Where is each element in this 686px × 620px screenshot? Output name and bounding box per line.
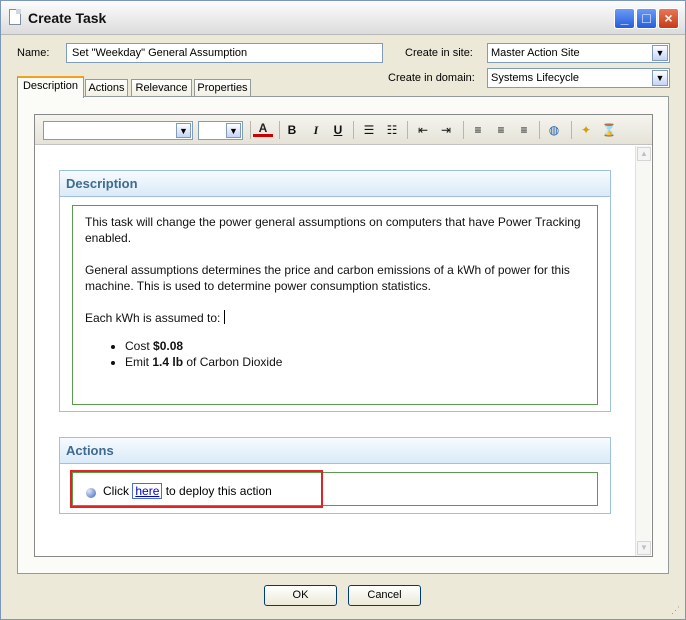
chevron-down-icon[interactable]: ▼ bbox=[176, 123, 191, 138]
toolbar-separator bbox=[279, 121, 280, 139]
toolbar-separator bbox=[463, 121, 464, 139]
tab-properties[interactable]: Properties bbox=[194, 79, 251, 97]
ok-button[interactable]: OK bbox=[264, 585, 337, 606]
cancel-button[interactable]: Cancel bbox=[348, 585, 421, 606]
description-panel: Description This task will change the po… bbox=[59, 170, 611, 412]
minimize-button[interactable]: _ bbox=[614, 8, 635, 29]
scroll-up-icon[interactable]: ▲ bbox=[637, 147, 651, 161]
toolbar-separator bbox=[571, 121, 572, 139]
domain-label: Create in domain: bbox=[388, 72, 475, 84]
list-item-suffix: of Carbon Dioxide bbox=[186, 355, 283, 369]
chevron-down-icon[interactable]: ▼ bbox=[652, 45, 668, 61]
align-center-icon[interactable]: ≡ bbox=[491, 121, 511, 139]
editor-toolbar: ▼ ▼ A B I U ☰ ☷ ⇤ ⇥ ≡ ≡ ≡ ◍ ✦ ⌛ bbox=[35, 115, 652, 145]
domain-select-value: Systems Lifecycle bbox=[491, 72, 580, 84]
site-label: Create in site: bbox=[405, 47, 473, 59]
maximize-button[interactable]: □ bbox=[636, 8, 657, 29]
indent-icon[interactable]: ⇥ bbox=[436, 121, 456, 139]
list-item-prefix: Emit bbox=[125, 355, 149, 369]
description-heading: Description bbox=[60, 171, 610, 197]
font-color-icon[interactable]: A bbox=[253, 121, 273, 137]
insert-link-icon[interactable]: ◍ bbox=[544, 121, 564, 139]
close-button[interactable]: × bbox=[658, 8, 679, 29]
toolbar-separator bbox=[407, 121, 408, 139]
toolbar-separator bbox=[353, 121, 354, 139]
name-field[interactable] bbox=[66, 43, 383, 63]
highlight-box bbox=[70, 470, 323, 508]
scroll-down-icon[interactable]: ▼ bbox=[637, 541, 651, 555]
italic-icon[interactable]: I bbox=[306, 121, 326, 139]
list-item-prefix: Cost bbox=[125, 339, 150, 353]
bold-icon[interactable]: B bbox=[282, 121, 302, 139]
chevron-down-icon[interactable]: ▼ bbox=[652, 70, 668, 86]
numbered-list-icon[interactable]: ☰ bbox=[359, 121, 379, 139]
hourglass-icon[interactable]: ⌛ bbox=[599, 121, 619, 139]
text-cursor bbox=[224, 310, 226, 324]
wand-icon[interactable]: ✦ bbox=[576, 121, 596, 139]
document-icon bbox=[9, 9, 21, 25]
list-item: Cost $0.08 bbox=[125, 338, 585, 354]
description-body[interactable]: This task will change the power general … bbox=[72, 205, 598, 405]
resize-grip-icon[interactable]: ⋰ bbox=[671, 605, 681, 615]
tab-description[interactable]: Description bbox=[17, 76, 84, 98]
bullet-list-icon[interactable]: ☷ bbox=[382, 121, 402, 139]
description-paragraph: General assumptions determines the price… bbox=[85, 263, 570, 293]
toolbar-separator bbox=[539, 121, 540, 139]
description-paragraph: This task will change the power general … bbox=[85, 215, 581, 245]
tab-relevance[interactable]: Relevance bbox=[131, 79, 192, 97]
list-item: Emit 1.4 lb of Carbon Dioxide bbox=[125, 354, 585, 370]
site-select-value: Master Action Site bbox=[491, 47, 580, 59]
domain-select[interactable]: Systems Lifecycle ▼ bbox=[487, 68, 670, 88]
outdent-icon[interactable]: ⇤ bbox=[413, 121, 433, 139]
assumption-list: Cost $0.08 Emit 1.4 lb of Carbon Dioxide bbox=[125, 338, 585, 370]
align-right-icon[interactable]: ≡ bbox=[514, 121, 534, 139]
font-size-select[interactable]: ▼ bbox=[198, 121, 243, 140]
underline-icon[interactable]: U bbox=[328, 121, 348, 139]
chevron-down-icon[interactable]: ▼ bbox=[226, 123, 241, 138]
list-item-value: 1.4 lb bbox=[152, 355, 184, 369]
description-paragraph: Each kWh is assumed to: bbox=[85, 310, 585, 326]
align-left-icon[interactable]: ≡ bbox=[468, 121, 488, 139]
font-family-select[interactable]: ▼ bbox=[43, 121, 193, 140]
tab-actions[interactable]: Actions bbox=[85, 79, 128, 97]
title-bar[interactable]: Create Task _ □ × bbox=[1, 1, 685, 35]
create-task-window: Create Task _ □ × Name: Create in site: … bbox=[0, 0, 686, 620]
site-select[interactable]: Master Action Site ▼ bbox=[487, 43, 670, 63]
actions-heading: Actions bbox=[60, 438, 610, 464]
editor-scrollbar[interactable]: ▲ ▼ bbox=[635, 146, 651, 556]
description-paragraph-text: Each kWh is assumed to: bbox=[85, 311, 221, 325]
window-title: Create Task bbox=[28, 10, 107, 26]
list-item-value: $0.08 bbox=[153, 339, 184, 353]
toolbar-separator bbox=[250, 121, 251, 139]
name-label: Name: bbox=[17, 47, 50, 59]
description-text[interactable]: This task will change the power general … bbox=[73, 206, 597, 370]
